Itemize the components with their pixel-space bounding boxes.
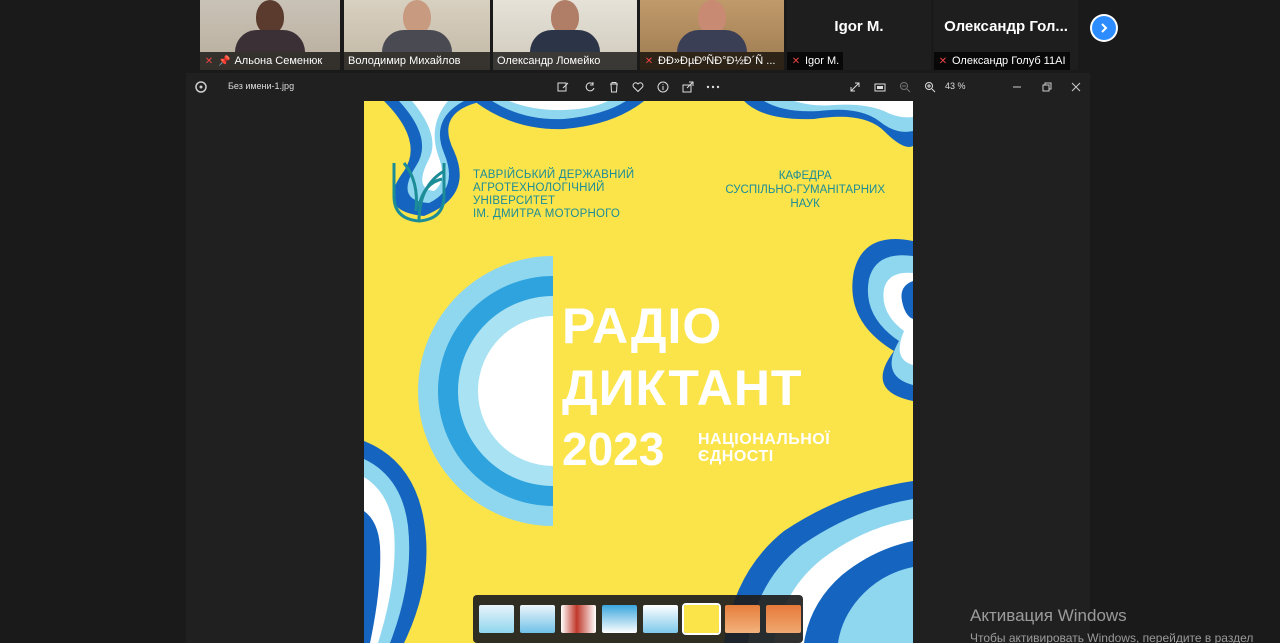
participant-namebar: Олександр Ломейко <box>493 52 637 70</box>
university-name: ТАВРІЙСЬКИЙ ДЕРЖАВНИЙ АГРОТЕХНОЛОГІЧНИЙ … <box>473 169 634 221</box>
mic-off-icon: ✕ <box>644 55 654 67</box>
subtitle-line: ЄДНОСТІ <box>698 448 774 465</box>
university-line: УНІВЕРСИТЕТ <box>473 195 556 207</box>
thumbnail[interactable] <box>602 605 637 633</box>
mic-off-icon: ✕ <box>938 55 948 67</box>
participant-namebar: ✕ Олександр Голуб 11AI <box>934 52 1070 70</box>
activation-title: Активация Windows <box>970 606 1127 625</box>
poster-title-line2: ДИКТАНТ <box>562 360 803 416</box>
department-line: НАУК <box>790 198 820 210</box>
thumbnail[interactable] <box>725 605 760 633</box>
thumbnail[interactable] <box>479 605 514 633</box>
photos-app-icon <box>192 78 210 96</box>
participant-display-name: Олександр Гол... <box>944 18 1068 35</box>
participant-tile[interactable]: Володимир Михайлов <box>344 0 490 70</box>
next-participants-button[interactable] <box>1090 14 1118 42</box>
participant-namebar: ✕ ÐÐ»ÐµÐºÑÐ°Ð½Ð´Ñ ... <box>640 52 784 70</box>
thumbnail[interactable] <box>766 605 801 633</box>
participant-name: Igor M. <box>805 55 840 67</box>
delete-icon[interactable] <box>605 78 623 96</box>
mic-off-icon: ✕ <box>204 55 214 67</box>
zoom-level: 43 % <box>945 81 966 91</box>
poster-title-line1: РАДІО <box>562 298 723 354</box>
participant-tile[interactable]: Igor M. ✕ Igor M. <box>787 0 931 70</box>
heart-icon[interactable] <box>629 78 647 96</box>
participant-namebar: ✕ Igor M. <box>787 52 844 70</box>
info-icon[interactable] <box>654 78 672 96</box>
thumbnail[interactable] <box>520 605 555 633</box>
participant-tile[interactable]: Олександр Гол... ✕ Олександр Голуб 11AI <box>934 0 1078 70</box>
photo-viewer-window: Без имени-1.jpg 43 % ТАВРІЙСЬКИЙ ДЕРЖАВН… <box>186 73 1090 643</box>
chevron-right-icon <box>1092 16 1116 40</box>
close-icon[interactable] <box>1067 78 1085 96</box>
mic-off-icon: ✕ <box>791 55 801 67</box>
participant-display-name: Igor M. <box>834 18 884 35</box>
thumbnail[interactable] <box>561 605 596 633</box>
participant-avatar <box>530 0 600 52</box>
activation-hint: Чтобы активировать Windows, перейдите в … <box>970 631 1254 643</box>
participant-name: Володимир Михайлов <box>348 55 461 67</box>
windows-activation-watermark: Активация Windows Чтобы активировать Win… <box>970 606 1253 643</box>
filmstrip <box>473 595 803 643</box>
thumbnail[interactable] <box>682 603 721 635</box>
university-line: ТАВРІЙСЬКИЙ ДЕРЖАВНИЙ <box>473 169 635 181</box>
university-line: ІМ. ДМИТРА МОТОРНОГО <box>473 208 621 220</box>
viewer-toolbar: Без имени-1.jpg 43 % <box>186 73 1090 101</box>
thumbnail[interactable] <box>643 605 678 633</box>
restore-icon[interactable] <box>1038 78 1056 96</box>
poster-year: 2023 <box>562 423 665 475</box>
department-line: КАФЕДРА <box>778 170 832 182</box>
participant-name: ÐÐ»ÐµÐºÑÐ°Ð½Ð´Ñ ... <box>658 55 776 67</box>
zoom-out-icon[interactable] <box>896 78 914 96</box>
zoom-in-icon[interactable] <box>921 78 939 96</box>
minimize-icon[interactable] <box>1008 78 1026 96</box>
participant-name: Альона Семенюк <box>234 55 323 67</box>
share-icon[interactable] <box>679 78 697 96</box>
participant-namebar: Володимир Михайлов <box>344 52 490 70</box>
participant-name: Олександр Голуб 11AI <box>952 55 1066 67</box>
slideshow-icon[interactable] <box>871 78 889 96</box>
participant-tile[interactable]: Олександр Ломейко <box>493 0 637 70</box>
participant-strip: ✕ 📌 Альона Семенюк Володимир Михайлов Ол… <box>0 0 1280 70</box>
expand-icon[interactable] <box>846 78 864 96</box>
participant-avatar <box>235 0 305 52</box>
participant-tile[interactable]: ✕ 📌 Альона Семенюк <box>200 0 340 70</box>
pin-icon: 📌 <box>218 55 231 67</box>
poster-image: ТАВРІЙСЬКИЙ ДЕРЖАВНИЙ АГРОТЕХНОЛОГІЧНИЙ … <box>364 101 913 643</box>
image-canvas: ТАВРІЙСЬКИЙ ДЕРЖАВНИЙ АГРОТЕХНОЛОГІЧНИЙ … <box>186 101 1090 643</box>
rotate-icon[interactable] <box>581 78 599 96</box>
participant-namebar: ✕ 📌 Альона Семенюк <box>200 52 340 70</box>
participant-avatar <box>677 0 747 52</box>
edit-icon[interactable] <box>554 78 572 96</box>
department-name: КАФЕДРА СУСПІЛЬНО-ГУМАНІТАРНИХ НАУК <box>725 169 885 211</box>
participant-avatar <box>382 0 452 52</box>
department-line: СУСПІЛЬНО-ГУМАНІТАРНИХ <box>725 184 885 196</box>
subtitle-line: НАЦІОНАЛЬНОЇ <box>698 431 831 448</box>
poster-subtitle: НАЦІОНАЛЬНОЇ ЄДНОСТІ <box>698 431 830 465</box>
participant-name: Олександр Ломейко <box>497 55 601 67</box>
participant-tile[interactable]: ✕ ÐÐ»ÐµÐºÑÐ°Ð½Ð´Ñ ... <box>640 0 784 70</box>
more-options-icon[interactable] <box>704 78 722 96</box>
file-name: Без имени-1.jpg <box>228 81 295 91</box>
university-line: АГРОТЕХНОЛОГІЧНИЙ <box>473 182 605 194</box>
